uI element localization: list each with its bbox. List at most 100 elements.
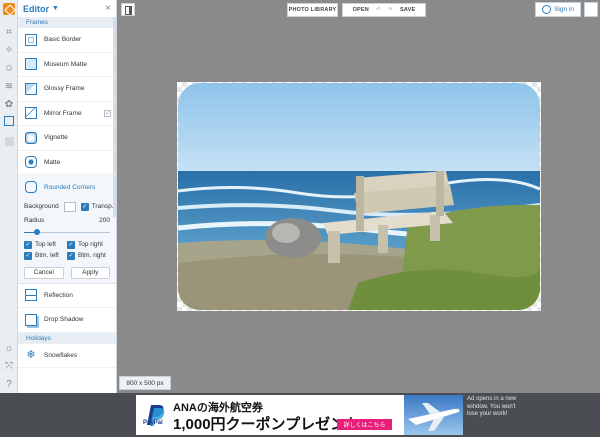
action-buttons: Cancel Apply <box>18 260 116 279</box>
item-label: Mirror Frame <box>44 109 82 117</box>
tool-strip: ⌗ ✧ ☺ ≋ ✿ ☼ ⤧ ? <box>0 0 18 393</box>
close-icon[interactable]: × <box>105 3 111 14</box>
open-button[interactable]: OPEN <box>353 7 369 13</box>
frame-museum-matte[interactable]: Museum Matte <box>18 53 116 77</box>
panel-toggle-icon[interactable] <box>121 3 135 16</box>
photo-library-button[interactable]: PHOTO LIBRARY <box>287 3 338 17</box>
ad-cta-button[interactable]: 詳しくはこちら <box>337 419 392 430</box>
frame-mirror[interactable]: Mirror Frame ✓ <box>18 102 116 126</box>
effect-reflection[interactable]: Reflection <box>18 284 116 308</box>
layers-icon[interactable]: ≋ <box>3 80 15 92</box>
effect-drop-shadow[interactable]: Drop Shadow <box>18 308 116 333</box>
basic-border-icon <box>25 33 37 46</box>
rounded-corners-icon <box>25 181 37 194</box>
photo-illustration <box>178 83 540 310</box>
face-icon[interactable]: ☺ <box>3 62 15 74</box>
corner-checkboxes: ✓ Top left ✓ Top right ✓ Btm. left ✓ Btm. ri… <box>18 240 116 260</box>
top-right-label: Top right <box>78 241 103 248</box>
item-label: Matte <box>44 158 61 166</box>
app-logo-icon <box>3 3 15 15</box>
btm-right-option[interactable]: ✓ Btm. right <box>67 251 110 260</box>
btm-right-checkbox[interactable]: ✓ <box>67 251 75 260</box>
image-size-label: 800 x 500 px <box>119 376 171 390</box>
btm-left-label: Btm. left <box>35 252 59 259</box>
matte-icon <box>25 156 37 169</box>
ad-offer: 1,000円クーポンプレゼント <box>173 416 361 433</box>
magic-wand-icon[interactable]: ✧ <box>3 44 15 56</box>
effects-panel: Editor ▼ × Frames Basic Border Museum Ma… <box>18 0 117 393</box>
item-label: Vignette <box>44 134 68 142</box>
mirror-frame-icon <box>25 107 37 120</box>
item-label: Rounded Corners <box>44 183 96 191</box>
menu-icon[interactable] <box>584 2 598 17</box>
mirror-checkbox[interactable]: ✓ <box>104 109 111 117</box>
drop-shadow-icon <box>25 313 37 326</box>
advertisement-banner[interactable]: PayPal ANAの海外航空券 1,000円クーポンプレゼント 詳しくはこちら <box>136 395 463 435</box>
reflection-icon <box>25 289 37 302</box>
section-holidays: Holidays <box>18 332 116 344</box>
crop-icon[interactable]: ⌗ <box>3 26 15 38</box>
texture-icon[interactable] <box>5 137 14 146</box>
radius-row: Radius 200 <box>18 214 116 228</box>
radius-slider[interactable] <box>24 228 110 237</box>
save-button[interactable]: SAVE <box>400 7 415 13</box>
btm-left-checkbox[interactable]: ✓ <box>24 251 32 260</box>
item-label: Museum Matte <box>44 60 87 68</box>
panel-title: Editor <box>23 3 49 14</box>
top-right-checkbox[interactable]: ✓ <box>67 240 75 249</box>
sign-in-label: Sign in <box>554 6 574 13</box>
paypal-brand: PayPal <box>143 420 163 426</box>
file-actions: OPEN ↶ ↷ SAVE <box>342 3 426 17</box>
cancel-button[interactable]: Cancel <box>24 266 64 279</box>
fullscreen-icon[interactable]: ⤧ <box>3 360 15 372</box>
holiday-snowflakes[interactable]: ❄ Snowflakes <box>18 344 116 368</box>
glossy-frame-icon <box>25 82 37 95</box>
rounded-corners-options: Rounded Corners Background ✓ Transp. Rad… <box>18 175 116 284</box>
frame-icon[interactable] <box>4 116 14 126</box>
beach-bench-photo <box>178 83 540 310</box>
btm-right-label: Btm. right <box>78 252 106 259</box>
chevron-down-icon: ▼ <box>52 5 59 12</box>
item-label: Reflection <box>44 291 73 299</box>
top-left-option[interactable]: ✓ Top left <box>24 240 67 249</box>
background-row: Background ✓ Transp. <box>18 200 116 214</box>
btm-left-option[interactable]: ✓ Btm. left <box>24 251 67 260</box>
help-icon[interactable]: ? <box>3 378 15 390</box>
item-label: Snowflakes <box>44 351 78 359</box>
item-label: Drop Shadow <box>44 316 84 324</box>
sign-in-button[interactable]: Sign in <box>535 2 581 17</box>
transp-label: Transp. <box>91 203 114 210</box>
airplane-image <box>404 395 463 435</box>
panel-header[interactable]: Editor ▼ × <box>18 0 116 17</box>
radius-value: 200 <box>99 217 110 224</box>
vignette-icon <box>25 131 37 144</box>
item-label: Glossy Frame <box>44 85 85 93</box>
frame-vignette[interactable]: Vignette <box>18 126 116 151</box>
airplane-icon <box>408 403 460 431</box>
redo-icon[interactable]: ↷ <box>388 7 393 13</box>
frame-matte[interactable]: Matte <box>18 151 116 175</box>
undo-icon[interactable]: ↶ <box>376 7 381 13</box>
background-color-swatch[interactable] <box>63 201 76 212</box>
top-left-checkbox[interactable]: ✓ <box>24 240 32 249</box>
frame-glossy[interactable]: Glossy Frame <box>18 77 116 102</box>
palette-icon[interactable]: ✿ <box>3 98 15 110</box>
transp-checkbox[interactable]: ✓ <box>80 202 89 211</box>
snowflake-icon: ❄ <box>26 349 36 362</box>
user-icon <box>542 5 552 14</box>
top-toolbar: PHOTO LIBRARY OPEN ↶ ↷ SAVE Sign in <box>117 0 600 19</box>
ad-note: Ad opens in a new window. You won't lose… <box>467 396 517 417</box>
background-label: Background <box>24 203 59 210</box>
slider-handle[interactable] <box>33 229 40 235</box>
frame-basic-border[interactable]: Basic Border <box>18 28 116 53</box>
frame-rounded-corners[interactable]: Rounded Corners <box>18 175 116 200</box>
item-label: Basic Border <box>44 36 82 44</box>
top-left-label: Top left <box>35 241 56 248</box>
radius-label: Radius <box>24 217 45 224</box>
image-canvas[interactable] <box>177 82 541 311</box>
lightbulb-icon[interactable]: ☼ <box>3 342 15 354</box>
top-right-option[interactable]: ✓ Top right <box>67 240 110 249</box>
section-frames: Frames <box>18 17 116 28</box>
museum-matte-icon <box>25 58 37 71</box>
apply-button[interactable]: Apply <box>70 266 110 279</box>
